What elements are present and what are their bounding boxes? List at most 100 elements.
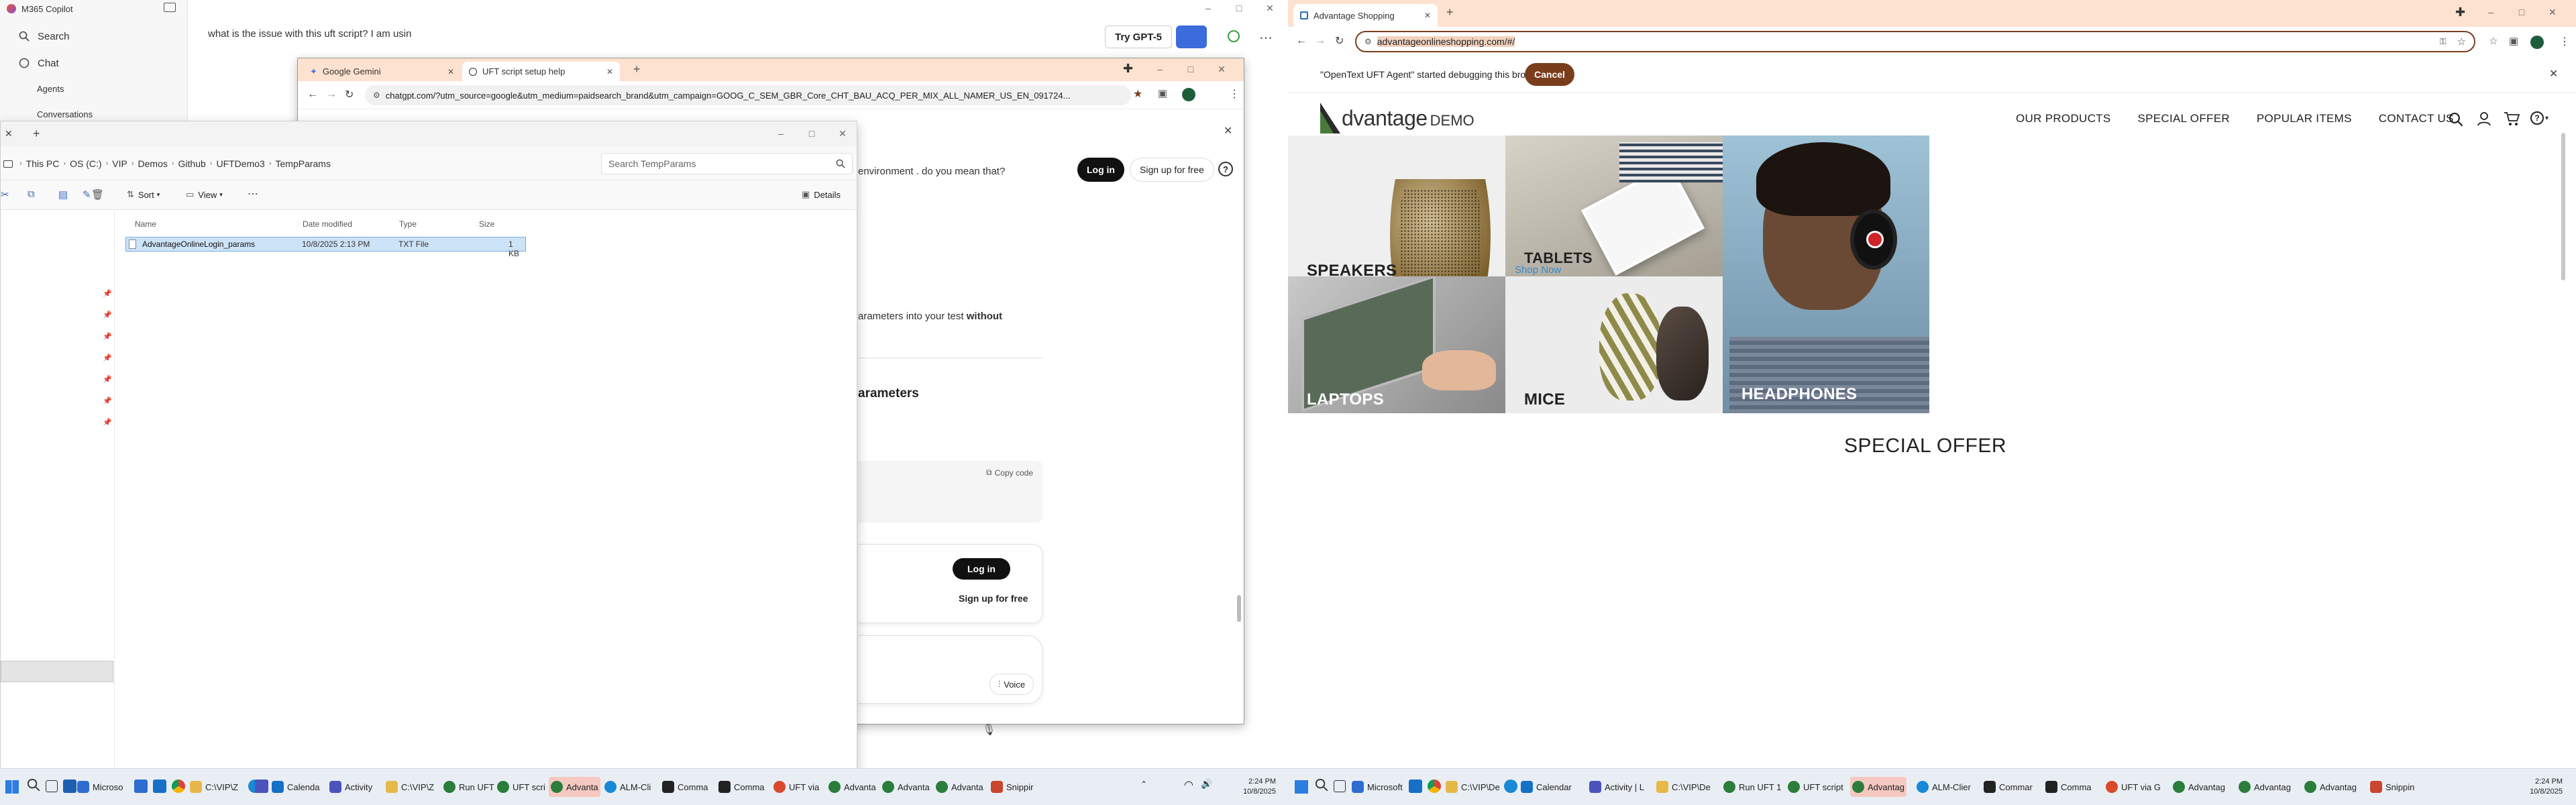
clock[interactable]: 2:24 PM 10/8/2025 [1236,777,1276,797]
close-infobar-icon[interactable]: ✕ [2549,67,2558,80]
pin-icon[interactable]: 📌 [103,311,112,319]
chrome-icon[interactable] [1428,780,1441,793]
minimize-icon[interactable]: – [1144,61,1175,77]
copilot-chat[interactable]: Chat [19,50,59,76]
close-icon[interactable]: ✕ [1206,61,1237,77]
teams-icon[interactable] [255,780,268,793]
tab-search-icon[interactable]: ✚ [1123,62,1133,76]
volume-icon[interactable]: 🔊 [1201,778,1212,790]
login-button[interactable]: Log in [1077,158,1124,182]
tab-close-icon[interactable]: ✕ [606,67,613,76]
bookmark-star-icon[interactable]: ★ [1133,87,1142,101]
breadcrumb-item[interactable]: Demos [138,158,168,169]
cut-icon[interactable]: ✂ [1,189,9,201]
taskbar-item[interactable]: Snippin [2368,777,2416,797]
view-button[interactable]: ▭ View ▾ [186,189,223,200]
close-panel-icon[interactable]: ✕ [1224,124,1232,138]
nav-selected-item[interactable] [1,661,113,682]
pin-icon[interactable]: 📌 [103,375,112,384]
forward-icon[interactable]: → [1315,35,1326,47]
close-tab-icon[interactable]: ✕ [5,128,13,140]
pin-icon[interactable]: 📌 [103,289,112,298]
advantage-logo[interactable]: dvantage DEMO [1320,98,1474,138]
chevron-up-icon[interactable]: ⌃ [1140,780,1147,789]
refresh-icon[interactable] [1228,30,1240,42]
outlook-icon[interactable] [1409,780,1422,793]
wifi-icon[interactable]: ◠ [1184,778,1193,792]
more-icon[interactable]: ⋯ [1259,30,1273,46]
scrollbar[interactable] [1237,595,1241,622]
back-icon[interactable]: ← [307,89,318,101]
nav-popular-items[interactable]: POPULAR ITEMS [2257,112,2352,125]
copy-code-button[interactable]: ⧉ Copy code [986,468,1033,478]
sidebar-toggle-icon[interactable] [164,3,176,12]
pin-icon[interactable]: 📌 [103,418,112,427]
maximize-icon[interactable]: □ [2506,4,2537,20]
widgets-icon[interactable] [63,780,76,793]
extensions-icon[interactable]: ▣ [1158,87,1167,99]
profile-avatar[interactable] [2530,36,2544,49]
breadcrumb[interactable]: › This PC › OS (C:) › VIP › Demos › Gith… [1,154,591,174]
signup-button[interactable]: Sign up for free [1130,158,1214,182]
task-view-icon[interactable] [46,780,58,792]
delete-icon[interactable]: 🗑 [91,189,104,201]
category-headphones[interactable]: HEADPHONES [1723,136,1929,413]
forward-icon[interactable]: → [326,89,337,101]
reload-icon[interactable]: ↻ [345,88,354,101]
taskbar-item[interactable]: ALM-Cli [602,777,653,797]
taskbar-item[interactable]: C:\VIP\Z [188,777,240,797]
chrome-icon[interactable] [172,780,185,793]
tab-close-icon[interactable]: ✕ [1424,11,1431,20]
shop-now-link[interactable]: Shop Now [1515,264,1561,276]
store-icon[interactable] [134,780,148,793]
minimize-icon[interactable]: – [765,125,796,142]
rename-icon[interactable]: ✎ [83,189,91,201]
sort-button[interactable]: ⇅ Sort ▾ [127,189,160,200]
breadcrumb-item[interactable]: This PC [26,158,60,169]
send-button[interactable] [1176,25,1207,48]
nav-contact-us[interactable]: CONTACT US [2379,112,2454,125]
taskbar-item[interactable]: Advantag [2237,777,2293,797]
search-icon[interactable] [27,778,40,792]
taskbar-item[interactable]: Advanta [934,777,985,797]
taskbar-item[interactable]: Microso [75,777,125,797]
taskbar-item[interactable]: UFT scri [495,777,547,797]
close-icon[interactable]: ✕ [827,125,858,142]
taskbar-item-active[interactable]: Advanta [549,777,600,797]
taskbar-item[interactable]: Run UFT 1 [1721,777,1783,797]
taskbar-item[interactable]: C:\VIP\De [1444,777,1502,797]
menu-icon[interactable]: ⋮ [2559,35,2570,48]
taskbar-item[interactable]: Calendar [1519,777,1574,797]
help-menu-icon[interactable]: ? ▾ [2530,111,2548,125]
try-gpt5-button[interactable]: Try GPT-5 [1105,25,1173,48]
taskbar-item[interactable]: Calenda [270,777,321,797]
microphone-icon[interactable]: 🎙 [982,723,996,737]
pin-icon[interactable]: 📌 [103,332,112,341]
taskbar-item[interactable]: Commar [1982,777,2035,797]
maximize-icon[interactable]: □ [796,125,827,142]
breadcrumb-item[interactable]: VIP [112,158,127,169]
chat-composer[interactable]: ⫶ Voice [858,635,1042,704]
extensions-icon[interactable]: ▣ [2509,35,2518,47]
pin-icon[interactable]: 📌 [103,396,112,405]
reload-icon[interactable]: ↻ [1335,34,1344,48]
windows-start-icon[interactable] [1295,780,1308,794]
maximize-icon[interactable]: □ [1175,61,1206,77]
login-button-2[interactable]: Log in [953,558,1010,580]
taskbar-item[interactable]: Run UFT [441,777,496,797]
tab-search-icon[interactable]: ✚ [2455,5,2465,19]
taskbar-item[interactable]: ALM-Clier [1915,777,1973,797]
new-tab-icon[interactable]: + [633,62,641,76]
breadcrumb-item[interactable]: Github [178,158,206,169]
bookmark-star-icon[interactable]: ☆ [2457,36,2466,48]
tab-uft-script-help[interactable]: UFT script setup help ✕ [462,62,620,81]
new-tab-icon[interactable]: + [1446,5,1454,19]
copilot-search[interactable]: Search [19,23,70,50]
taskbar-item[interactable]: C:\VIP\Z [384,777,436,797]
column-date[interactable]: Date modified [303,219,352,229]
taskbar-item[interactable]: Advantag [2302,777,2359,797]
copilot-agents[interactable]: Agents [37,75,64,102]
taskbar-item[interactable]: Snippir [989,777,1035,797]
outlook-icon[interactable] [153,780,166,793]
close-icon[interactable]: ✕ [1254,0,1285,16]
